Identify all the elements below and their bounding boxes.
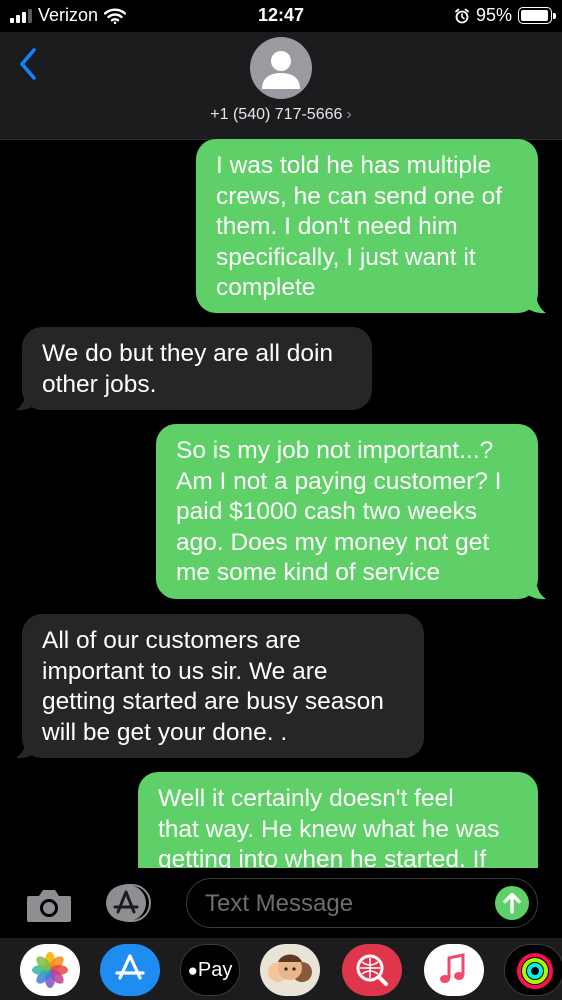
apple-logo-icon: ●: [187, 961, 198, 980]
bubble-tail: [16, 389, 38, 411]
contact-name: +1 (540) 717-5666: [210, 106, 343, 123]
imessage-app-drawer: ●Pay: [0, 938, 562, 1000]
message-bubble-received[interactable]: We do but they are all doin other jobs.: [22, 327, 372, 410]
message-bubble-sent[interactable]: Well it certainly doesn't feel that way.…: [138, 772, 538, 882]
apple-pay-app-icon[interactable]: ●Pay: [180, 944, 240, 996]
camera-icon[interactable]: [25, 886, 73, 924]
bubble-tail: [524, 578, 546, 600]
apple-pay-label: Pay: [197, 959, 233, 981]
music-app-icon[interactable]: [424, 944, 484, 996]
alarm-icon: [455, 8, 469, 23]
image-search-app-icon[interactable]: [342, 944, 402, 996]
battery-percent: 95%: [475, 5, 512, 25]
contact-name-button[interactable]: +1 (540) 717-5666 ›: [0, 106, 562, 124]
message-bubble-received[interactable]: All of our customers are important to us…: [22, 614, 424, 758]
bubble-tail: [524, 292, 546, 314]
battery-fill: [521, 10, 548, 21]
message-input-placeholder: Text Message: [205, 890, 354, 917]
conversation-header: +1 (540) 717-5666 ›: [0, 32, 562, 139]
chevron-right-icon: ›: [346, 106, 352, 123]
activity-app-icon[interactable]: [504, 944, 562, 996]
send-arrow-icon: [503, 892, 521, 914]
send-button[interactable]: [495, 886, 529, 920]
message-bubble-sent[interactable]: I was told he has multiple crews, he can…: [196, 139, 538, 313]
contact-avatar-icon[interactable]: [250, 37, 312, 99]
app-store-app-icon[interactable]: [100, 944, 160, 996]
messages-screen: Verizon 12:47 95% +1 (540) 717-5666 › I …: [0, 0, 562, 1000]
battery-icon: [518, 7, 556, 24]
photos-app-icon[interactable]: [20, 944, 80, 996]
message-input[interactable]: Text Message: [186, 878, 538, 928]
message-bubble-sent[interactable]: So is my job not important...? Am I not …: [156, 424, 538, 599]
memoji-app-icon[interactable]: [260, 944, 320, 996]
bubble-tail: [16, 737, 38, 759]
app-store-icon[interactable]: [104, 884, 156, 922]
compose-bar: Text Message: [0, 868, 562, 938]
status-bar: Verizon 12:47 95%: [0, 0, 562, 32]
back-chevron-icon[interactable]: [14, 44, 44, 84]
status-right: 95%: [454, 5, 556, 26]
